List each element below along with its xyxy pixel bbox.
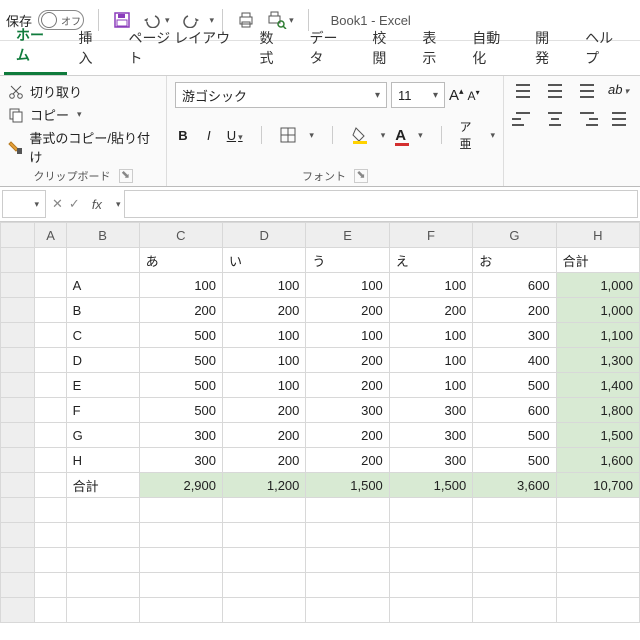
table-row[interactable]: E5001002001005001,400 — [1, 373, 640, 398]
worksheet-grid[interactable]: AB CD EF GH あいうえお合計A1001001001006001,000… — [0, 222, 640, 623]
group-alignment: ab▾ — [504, 76, 640, 186]
formula-bar[interactable] — [124, 190, 638, 218]
table-row[interactable]: 合計2,9001,2001,5001,5003,60010,700 — [1, 473, 640, 498]
clipboard-launcher[interactable]: ⬊ — [119, 169, 133, 183]
name-box[interactable]: ▾ — [2, 190, 46, 218]
ribbon: 切り取り コピー▾ 書式のコピー/貼り付け クリップボード⬊ 游ゴシック▾ 11… — [0, 76, 640, 187]
italic-button[interactable]: I — [201, 128, 217, 143]
tab-page-layout[interactable]: ページ レイアウト — [116, 22, 247, 75]
table-row[interactable]: D5001002001004001,300 — [1, 348, 640, 373]
copy-button[interactable]: コピー▾ — [8, 105, 158, 124]
cut-button[interactable]: 切り取り — [8, 82, 158, 101]
phonetic-button[interactable]: ア亜 — [459, 118, 478, 152]
table-row[interactable]: あいうえお合計 — [1, 248, 640, 273]
group-clipboard: 切り取り コピー▾ 書式のコピー/貼り付け クリップボード⬊ — [0, 76, 167, 186]
tab-review[interactable]: 校閲 — [360, 22, 410, 75]
fx-icon[interactable]: fx — [92, 197, 102, 212]
fill-color-button[interactable] — [351, 126, 369, 144]
tab-insert[interactable]: 挿入 — [67, 22, 117, 75]
align-middle-icon[interactable] — [544, 82, 566, 100]
table-row[interactable]: H3002002003005001,600 — [1, 448, 640, 473]
align-right-icon[interactable] — [576, 110, 598, 128]
tab-developer[interactable]: 開発 — [523, 22, 573, 75]
tab-formulas[interactable]: 数式 — [248, 22, 298, 75]
tab-data[interactable]: データ — [297, 22, 360, 75]
shrink-font-icon[interactable]: A▾ — [468, 88, 480, 103]
align-center-icon[interactable] — [544, 110, 566, 128]
table-row[interactable]: B2002002002002001,000 — [1, 298, 640, 323]
align-left-icon[interactable] — [512, 110, 534, 128]
ribbon-tabs: ホーム 挿入 ページ レイアウト 数式 データ 校閲 表示 自動化 開発 ヘルプ — [0, 41, 640, 76]
align-bottom-icon[interactable] — [576, 82, 598, 100]
orientation-icon[interactable]: ab▾ — [608, 82, 632, 100]
table-row[interactable]: C5001001001003001,100 — [1, 323, 640, 348]
font-name-combo[interactable]: 游ゴシック▾ — [175, 82, 387, 108]
formula-bar-row: ▾ ✕ ✓ fx▾ — [0, 187, 640, 222]
font-size-combo[interactable]: 11▾ — [391, 82, 445, 108]
borders-button[interactable] — [279, 126, 297, 144]
underline-button[interactable]: U▾ — [227, 128, 243, 143]
bold-button[interactable]: B — [175, 128, 191, 143]
font-launcher[interactable]: ⬊ — [354, 169, 368, 183]
formula-enter-icon[interactable]: ✓ — [69, 196, 80, 212]
table-row[interactable]: F5002003003006001,800 — [1, 398, 640, 423]
tab-help[interactable]: ヘルプ — [573, 22, 636, 75]
align-top-icon[interactable] — [512, 82, 534, 100]
brush-icon — [8, 139, 23, 155]
format-painter-button[interactable]: 書式のコピー/貼り付け — [8, 128, 158, 166]
tab-home[interactable]: ホーム — [4, 19, 67, 75]
formula-cancel-icon[interactable]: ✕ — [52, 196, 63, 212]
copy-icon — [8, 107, 24, 123]
tab-automate[interactable]: 自動化 — [460, 22, 523, 75]
table-row[interactable]: G3002002003005001,500 — [1, 423, 640, 448]
tab-view[interactable]: 表示 — [410, 22, 460, 75]
font-color-button[interactable]: A — [395, 127, 406, 144]
group-font: 游ゴシック▾ 11▾ A▴ A▾ B I U▾ ▾ ▾ A▾ ア亜▾ フォント⬊ — [167, 76, 504, 186]
grow-font-icon[interactable]: A▴ — [449, 86, 464, 104]
scissors-icon — [8, 84, 24, 100]
indent-decrease-icon[interactable] — [608, 110, 630, 128]
table-row[interactable]: A1001001001006001,000 — [1, 273, 640, 298]
column-header-row[interactable]: AB CD EF GH — [1, 223, 640, 248]
